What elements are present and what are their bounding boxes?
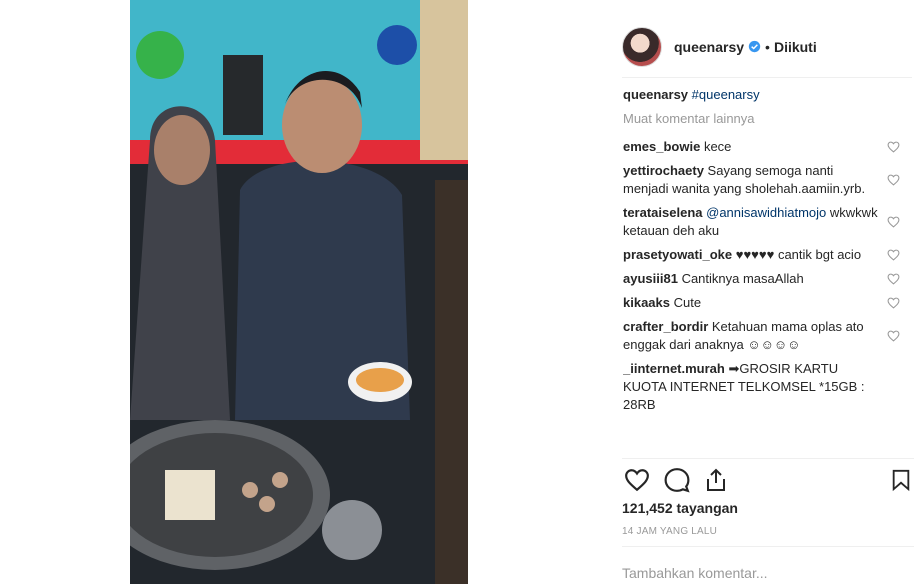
verified-badge-icon bbox=[748, 40, 761, 53]
heart-icon[interactable] bbox=[887, 216, 900, 229]
comment-item: _iinternet.murah ➡GROSIR KARTU KUOTA INT… bbox=[623, 360, 908, 414]
comment-item: yettirochaety Sayang semoga nanti menjad… bbox=[623, 162, 908, 198]
comment-item: ayusiii81 Cantiknya masaAllah bbox=[623, 270, 908, 288]
caption-username[interactable]: queenarsy bbox=[623, 87, 688, 102]
comment-item: crafter_bordir Ketahuan mama oplas ato e… bbox=[623, 318, 908, 354]
add-comment-input[interactable]: Tambahkan komentar... bbox=[622, 546, 914, 584]
comments-list: queenarsy #queenarsy Muat komentar lainn… bbox=[623, 86, 908, 456]
comment-item: kikaaks Cute bbox=[623, 294, 908, 312]
comment-username[interactable]: ayusiii81 bbox=[623, 271, 678, 286]
heart-icon[interactable] bbox=[887, 249, 900, 262]
separator-dot: • bbox=[765, 38, 770, 55]
heart-icon[interactable] bbox=[887, 273, 900, 286]
comment-username[interactable]: prasetyowati_oke bbox=[623, 247, 732, 262]
post-detail-panel: queenarsy • Diikuti queenarsy #queenarsy… bbox=[600, 0, 914, 584]
comment-text: Cute bbox=[673, 295, 702, 310]
comment-username[interactable]: terataiselena bbox=[623, 205, 703, 220]
comment-mention[interactable]: @annisawidhiatmojo bbox=[706, 205, 826, 220]
comment-username[interactable]: yettirochaety bbox=[623, 163, 704, 178]
comment-username[interactable]: kikaaks bbox=[623, 295, 670, 310]
comment-item: terataiselena @annisawidhiatmojo wkwkwk … bbox=[623, 204, 908, 240]
heart-icon[interactable] bbox=[887, 297, 900, 310]
load-more-comments-button[interactable]: Muat komentar lainnya bbox=[623, 110, 908, 128]
post-timestamp: 14 JAM YANG LALU bbox=[622, 526, 718, 537]
heart-icon[interactable] bbox=[887, 141, 900, 154]
media-area bbox=[0, 0, 600, 584]
post-username[interactable]: queenarsy bbox=[674, 39, 744, 55]
view-count[interactable]: 121,452 tayangan bbox=[622, 500, 738, 516]
bookmark-icon[interactable] bbox=[890, 467, 912, 493]
heart-icon[interactable] bbox=[887, 330, 900, 343]
comment-item: emes_bowie kece bbox=[623, 138, 908, 156]
comment-text: Cantiknya masaAllah bbox=[681, 271, 804, 286]
caption: queenarsy #queenarsy bbox=[623, 86, 908, 104]
comment-username[interactable]: crafter_bordir bbox=[623, 319, 708, 334]
comment-item: prasetyowati_oke ♥♥♥♥♥ cantik bgt acio bbox=[623, 246, 908, 264]
comment-username[interactable]: emes_bowie bbox=[623, 139, 700, 154]
heart-icon[interactable] bbox=[887, 174, 900, 187]
comment-text: kece bbox=[703, 139, 732, 154]
post-header: queenarsy • Diikuti bbox=[622, 16, 912, 78]
share-icon[interactable] bbox=[704, 467, 728, 493]
follow-status-button[interactable]: Diikuti bbox=[774, 39, 817, 55]
comment-icon[interactable] bbox=[664, 467, 690, 493]
comment-username[interactable]: _iinternet.murah bbox=[623, 361, 725, 376]
comment-text: ♥♥♥♥♥ cantik bgt acio bbox=[735, 247, 862, 262]
avatar[interactable] bbox=[622, 26, 662, 67]
post-actions bbox=[622, 458, 914, 498]
caption-hashtag[interactable]: #queenarsy bbox=[692, 87, 760, 102]
video-frame-illustration bbox=[130, 0, 468, 584]
post-video[interactable] bbox=[130, 0, 468, 584]
heart-icon[interactable] bbox=[624, 467, 650, 493]
